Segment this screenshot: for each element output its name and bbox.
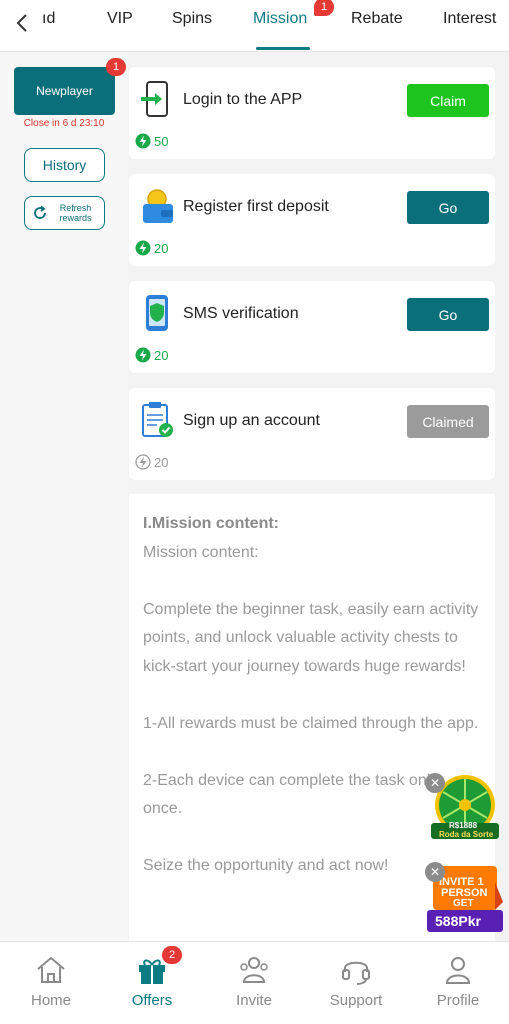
claimed-button[interactable]: Claimed — [407, 405, 489, 438]
tab-rebate[interactable]: Rebate — [351, 10, 403, 34]
back-arrow-icon[interactable] — [12, 10, 32, 36]
task-points: 20 — [135, 347, 168, 363]
points-value: 50 — [154, 133, 169, 149]
task-card-deposit: Register first deposit Go 20 — [129, 174, 495, 266]
task-title: SMS verification — [183, 305, 299, 322]
mission-screen: ıd VIP Spins Mission 1 Rebate Interest N… — [0, 0, 509, 1024]
lightning-icon — [135, 240, 151, 256]
task-points: 50 — [135, 133, 168, 149]
nav-offers[interactable]: Offers 2 — [112, 946, 192, 1022]
invite-get: GET — [453, 898, 474, 909]
close-icon[interactable]: ✕ — [425, 773, 445, 793]
lucky-wheel-promo[interactable]: R$1888 Roda da Sorte ✕ — [425, 773, 505, 841]
tab-mission[interactable]: Mission — [253, 10, 307, 34]
close-countdown: Close in 6 d 23:10 — [23, 118, 105, 129]
lightning-icon — [135, 133, 151, 149]
tab-vip[interactable]: VIP — [107, 10, 133, 34]
bottom-navigation: Home Offers 2 Invite Support Profile — [0, 941, 509, 1024]
content-subheading: Mission content: — [143, 543, 259, 561]
headset-icon — [342, 961, 370, 985]
offers-badge: 2 — [162, 946, 182, 964]
invite-icon — [240, 957, 268, 983]
task-card-signup: Sign up an account Claimed 20 — [129, 388, 495, 480]
task-title: Register first deposit — [183, 198, 329, 215]
nav-label: Offers — [131, 992, 173, 1009]
nav-home[interactable]: Home — [11, 952, 91, 1022]
go-button[interactable]: Go — [407, 191, 489, 224]
points-value: 20 — [154, 240, 169, 256]
phone-login-icon — [137, 79, 177, 119]
wallet-coin-icon — [137, 186, 177, 226]
tab-interest[interactable]: Interest — [443, 10, 496, 34]
refresh-rewards-button[interactable]: Refresh rewards — [24, 196, 105, 230]
nav-profile[interactable]: Profile — [418, 952, 498, 1022]
task-points: 20 — [135, 454, 168, 470]
home-icon — [37, 956, 65, 983]
lightning-icon — [135, 347, 151, 363]
profile-icon — [445, 957, 471, 984]
invite-promo[interactable]: INVITE 1 PERSON GET 588Pkr ✕ — [425, 862, 505, 940]
content-paragraph: Complete the beginner task, easily earn … — [143, 600, 479, 675]
newplayer-badge: 1 — [106, 58, 126, 76]
refresh-icon — [33, 205, 46, 219]
task-card-login: Login to the APP Claim 50 — [129, 67, 495, 159]
wheel-label: Roda da Sorte — [439, 830, 494, 839]
refresh-label: Refresh rewards — [59, 203, 92, 223]
task-title: Login to the APP — [183, 91, 303, 108]
content-paragraph: 1-All rewards must be claimed through th… — [143, 714, 479, 732]
top-tab-bar: ıd VIP Spins Mission 1 Rebate Interest — [0, 0, 509, 52]
invite-amount: 588Pkr — [435, 913, 481, 929]
active-tab-indicator — [256, 47, 310, 50]
content-heading: I.Mission content: — [143, 515, 279, 532]
nav-label: Home — [30, 992, 71, 1009]
task-title: Sign up an account — [183, 412, 320, 429]
go-button[interactable]: Go — [407, 298, 489, 331]
newplayer-button[interactable]: Newplayer — [14, 67, 115, 115]
points-value: 20 — [154, 347, 169, 363]
newplayer-label: Newplayer — [36, 84, 93, 98]
tab-partial[interactable]: ıd — [42, 10, 55, 34]
points-value: 20 — [154, 454, 169, 470]
nav-label: Support — [329, 992, 383, 1009]
history-label: History — [42, 157, 87, 173]
task-card-sms: SMS verification Go 20 — [129, 281, 495, 373]
claim-button[interactable]: Claim — [407, 84, 489, 117]
close-icon[interactable]: ✕ — [425, 862, 445, 882]
wheel-amount: R$1888 — [449, 821, 478, 830]
sidebar: Newplayer 1 Close in 6 d 23:10 History R… — [0, 53, 128, 941]
lightning-icon — [135, 454, 151, 470]
nav-invite[interactable]: Invite — [214, 952, 294, 1022]
task-points: 20 — [135, 240, 168, 256]
phone-shield-icon — [137, 293, 177, 333]
tab-mission-badge: 1 — [314, 0, 334, 16]
nav-label: Profile — [436, 992, 480, 1009]
clipboard-check-icon — [137, 400, 177, 440]
nav-support[interactable]: Support — [316, 952, 396, 1022]
nav-label: Invite — [236, 992, 272, 1009]
tab-spins[interactable]: Spins — [172, 10, 212, 34]
history-button[interactable]: History — [24, 148, 105, 182]
